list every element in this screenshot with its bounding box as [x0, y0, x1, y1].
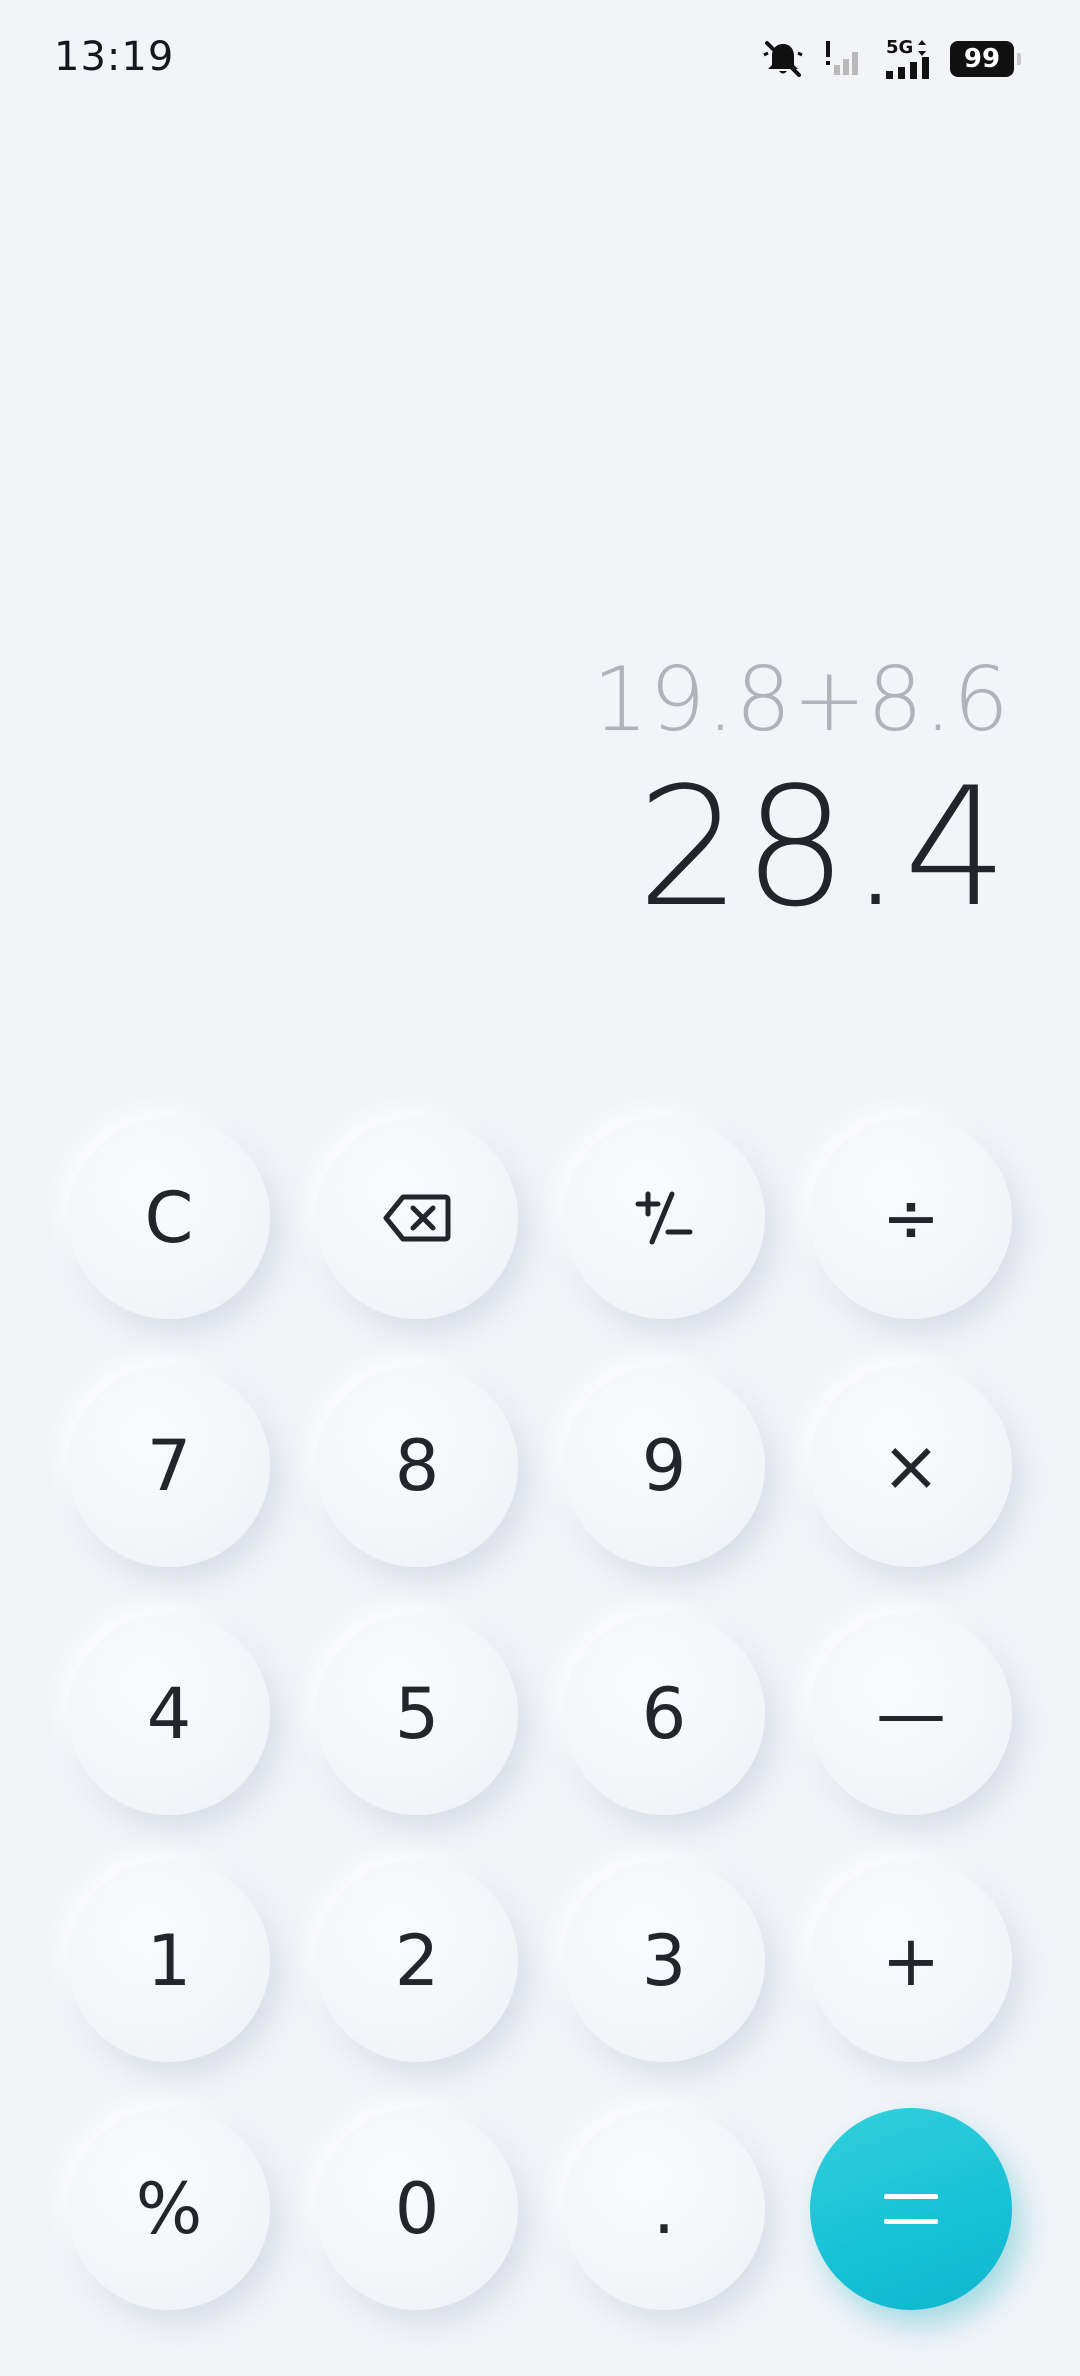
- decimal-button[interactable]: .: [563, 2108, 765, 2310]
- signal-5g-icon: 5G: [886, 39, 930, 79]
- clear-button[interactable]: C: [68, 1117, 270, 1319]
- status-time: 13:19: [54, 34, 175, 80]
- digit-5-button[interactable]: 5: [316, 1613, 518, 1815]
- digit-0-button[interactable]: 0: [316, 2108, 518, 2310]
- equals-icon: [884, 2194, 938, 2224]
- multiply-button[interactable]: ×: [810, 1365, 1012, 1567]
- plus-minus-icon: [634, 1188, 694, 1248]
- minus-button[interactable]: —: [810, 1613, 1012, 1815]
- backspace-icon: [383, 1193, 451, 1243]
- digit-9-button[interactable]: 9: [563, 1365, 765, 1567]
- divide-button[interactable]: ÷: [810, 1117, 1012, 1319]
- sign-toggle-button[interactable]: [563, 1117, 765, 1319]
- expression-display: 19.8+8.6: [592, 648, 1010, 751]
- digit-6-button[interactable]: 6: [563, 1613, 765, 1815]
- digit-2-button[interactable]: 2: [316, 1860, 518, 2062]
- status-bar: 13:19 5G 99: [0, 0, 1080, 120]
- battery-icon: 99: [950, 41, 1021, 77]
- percent-button[interactable]: %: [68, 2108, 270, 2310]
- equals-button[interactable]: [810, 2108, 1012, 2310]
- plus-button[interactable]: +: [810, 1860, 1012, 2062]
- backspace-button[interactable]: [316, 1117, 518, 1319]
- digit-7-button[interactable]: 7: [68, 1365, 270, 1567]
- digit-1-button[interactable]: 1: [68, 1860, 270, 2062]
- signal-no-sim-icon: [824, 39, 866, 79]
- digit-8-button[interactable]: 8: [316, 1365, 518, 1567]
- digit-4-button[interactable]: 4: [68, 1613, 270, 1815]
- status-icons: 5G 99: [762, 36, 1021, 82]
- digit-3-button[interactable]: 3: [563, 1860, 765, 2062]
- result-display: 28.4: [636, 752, 1010, 943]
- network-type-label: 5G: [886, 37, 914, 58]
- battery-level: 99: [963, 44, 1001, 74]
- mute-icon: [762, 39, 804, 79]
